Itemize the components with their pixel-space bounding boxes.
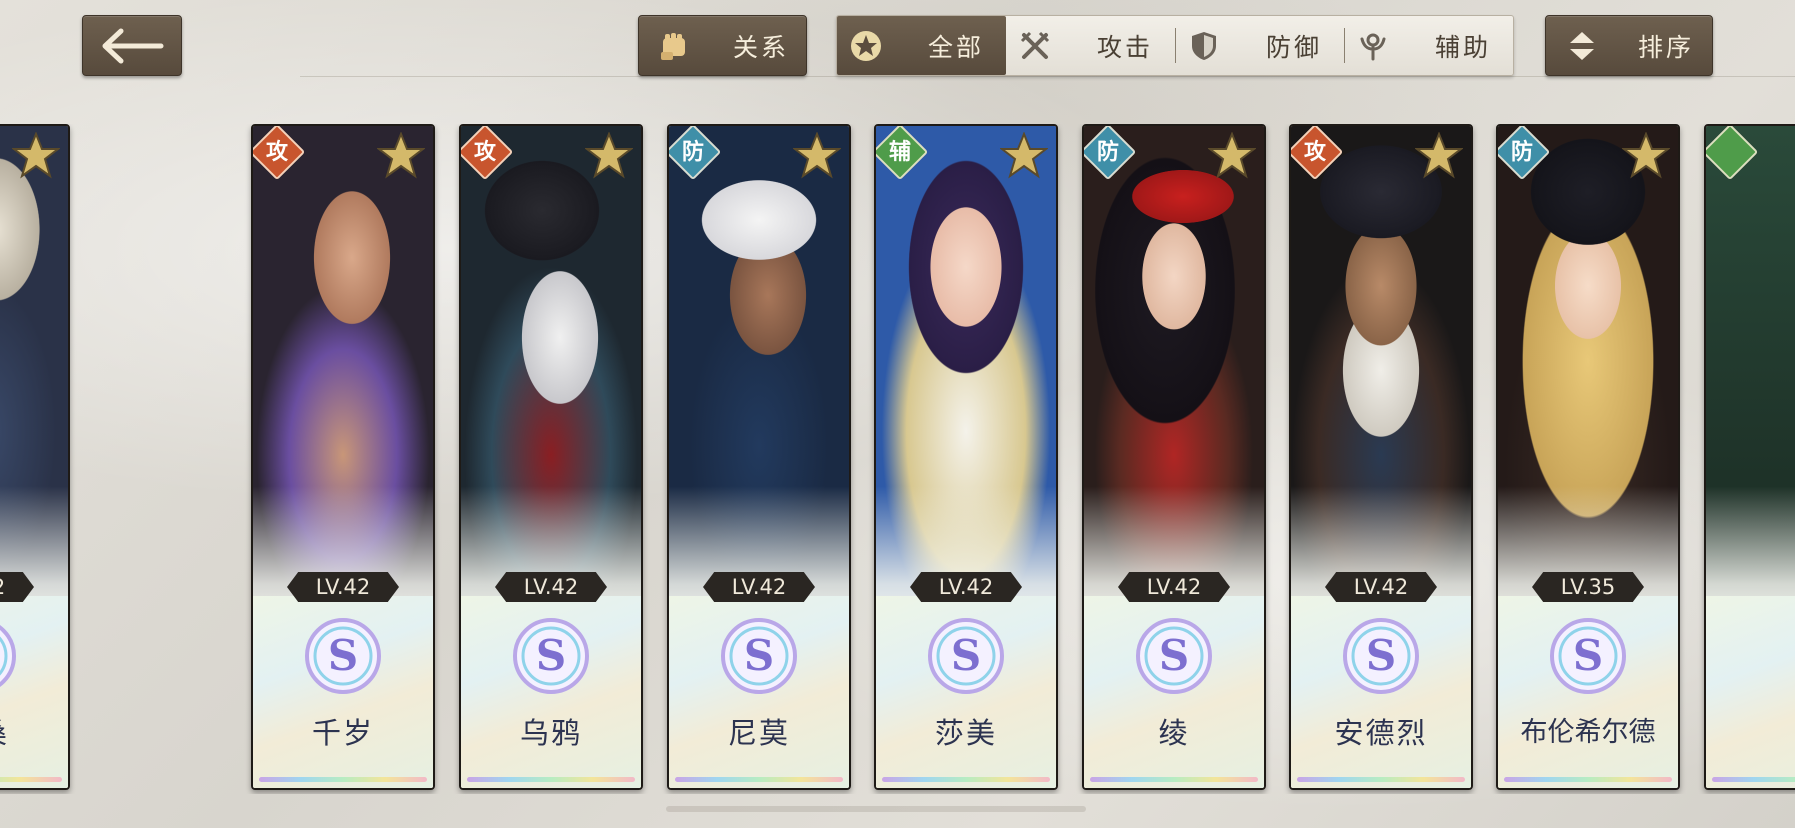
rank-s-icon: S	[928, 618, 1004, 694]
relation-label: 关系	[733, 32, 790, 62]
svg-text:S: S	[744, 631, 774, 680]
character-list[interactable]: 攻 LV.42 S 伊桑 攻 LV.42 S 千岁 攻 LV.42 S 乌鸦	[0, 124, 1795, 794]
character-card[interactable]: 攻 LV.42 S 乌鸦	[459, 124, 643, 790]
role-text: 防	[681, 139, 704, 165]
crossed-swords-icon	[1020, 31, 1050, 59]
character-name: 莎美	[934, 716, 997, 750]
role-text: 防	[1510, 139, 1533, 165]
role-text: 攻	[265, 139, 288, 165]
role-text: 攻	[1303, 139, 1326, 165]
sort-button[interactable]: 排序	[1545, 15, 1713, 76]
svg-text:S: S	[1573, 631, 1603, 680]
level-badge: LV.42	[703, 572, 815, 602]
support-icon	[1360, 33, 1386, 61]
character-name: 布伦希尔德	[1520, 717, 1656, 748]
star-icon	[1208, 132, 1256, 179]
back-button[interactable]	[82, 15, 182, 76]
tab-defense-label: 防御	[1265, 32, 1322, 62]
character-card[interactable]: 攻 LV.42 S 安德烈	[1289, 124, 1473, 790]
svg-text:S: S	[1159, 631, 1189, 680]
tab-attack-label: 攻击	[1096, 32, 1153, 62]
horizontal-scrollbar[interactable]	[666, 806, 1086, 812]
character-card-partial[interactable]	[1704, 124, 1795, 790]
character-name: 绫	[1158, 716, 1190, 750]
character-card[interactable]: 防 LV.42 S 绫	[1082, 124, 1266, 790]
star-icon	[1000, 132, 1048, 179]
rank-s-icon: S	[0, 625, 16, 687]
level-badge: LV.42	[910, 572, 1022, 602]
character-card[interactable]: 防 LV.42 S 尼莫	[667, 124, 851, 790]
rank-s-icon: S	[1136, 618, 1212, 694]
tab-all[interactable]: 全部	[837, 16, 1006, 75]
rank-s-icon: S	[1343, 618, 1419, 694]
header-divider	[300, 76, 1795, 77]
svg-text:S: S	[1366, 631, 1396, 680]
level-badge: LV.35	[1532, 572, 1644, 602]
svg-text:S: S	[951, 631, 981, 680]
svg-text:S: S	[536, 631, 566, 680]
level-badge: LV.42	[495, 572, 607, 602]
sort-label: 排序	[1638, 32, 1695, 62]
character-name: 千岁	[311, 716, 374, 750]
character-name: 尼莫	[727, 716, 790, 750]
star-icon	[585, 132, 633, 179]
character-name: 乌鸦	[519, 716, 582, 750]
up-down-arrows-icon	[1570, 32, 1594, 60]
rank-s-icon: S	[721, 618, 797, 694]
tab-all-label: 全部	[927, 32, 984, 62]
shield-icon	[1192, 32, 1216, 60]
star-icon	[12, 132, 60, 179]
role-text: 攻	[473, 139, 496, 165]
level-badge: LV.42	[287, 572, 399, 602]
character-name: 伊桑	[0, 710, 68, 752]
level-badge: LV.42	[1118, 572, 1230, 602]
fist-icon	[661, 33, 685, 60]
level-badge: LV.42	[1325, 572, 1437, 602]
character-name: 安德烈	[1334, 716, 1428, 750]
star-icon	[1622, 132, 1670, 179]
rank-s-icon: S	[513, 618, 589, 694]
svg-text:S: S	[328, 631, 358, 680]
tab-support[interactable]: 辅助	[1344, 16, 1513, 75]
star-icon	[377, 132, 425, 179]
role-text: 防	[1096, 139, 1119, 165]
left-arrow-icon	[102, 28, 164, 63]
tab-attack[interactable]: 攻击	[1006, 16, 1175, 75]
tab-support-label: 辅助	[1434, 32, 1491, 62]
character-card[interactable]: 攻 LV.42 S 千岁	[251, 124, 435, 790]
character-card[interactable]: 辅 LV.42 S 莎美	[874, 124, 1058, 790]
character-card[interactable]: 防 LV.35 S 布伦希尔德	[1496, 124, 1680, 790]
star-icon	[1415, 132, 1463, 179]
character-card[interactable]: 攻 LV.42 S 伊桑	[0, 124, 70, 790]
role-text: 辅	[888, 139, 911, 165]
role-filter-bar: 全部 攻击 防御 辅助	[836, 15, 1514, 76]
relation-button[interactable]: 关系	[638, 15, 807, 76]
star-icon	[793, 132, 841, 179]
tab-defense[interactable]: 防御	[1175, 16, 1344, 75]
rank-s-icon: S	[1550, 618, 1626, 694]
star-circle-icon	[851, 31, 881, 61]
rank-s-icon: S	[305, 618, 381, 694]
